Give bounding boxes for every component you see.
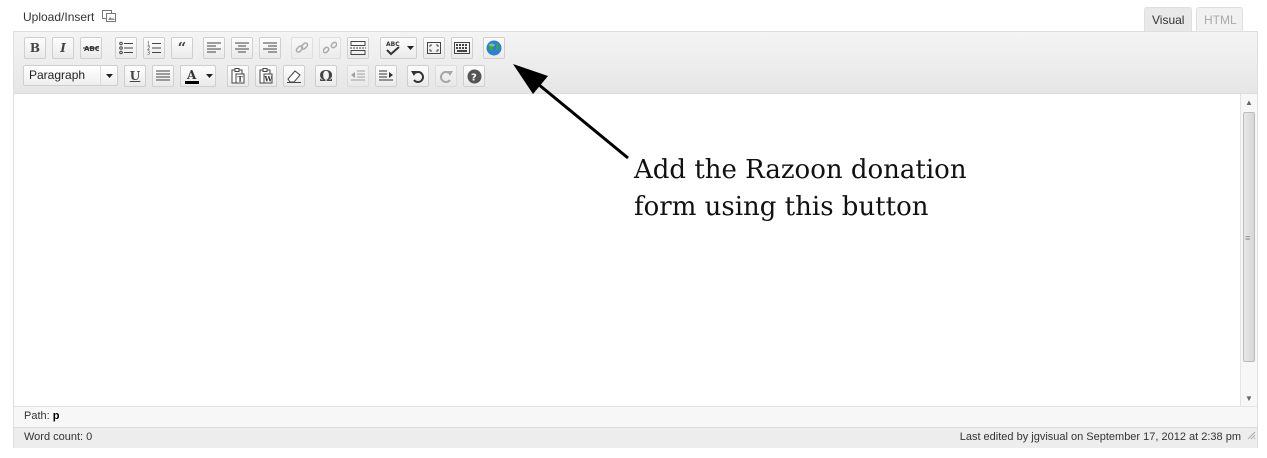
- annotation-arrow: [513, 64, 629, 160]
- annotation-line-1: Add the Razoon donation: [634, 155, 967, 185]
- annotation-text: Add the Razoon donation form using this …: [634, 152, 1054, 226]
- annotation-line-2: form using this button: [634, 192, 929, 222]
